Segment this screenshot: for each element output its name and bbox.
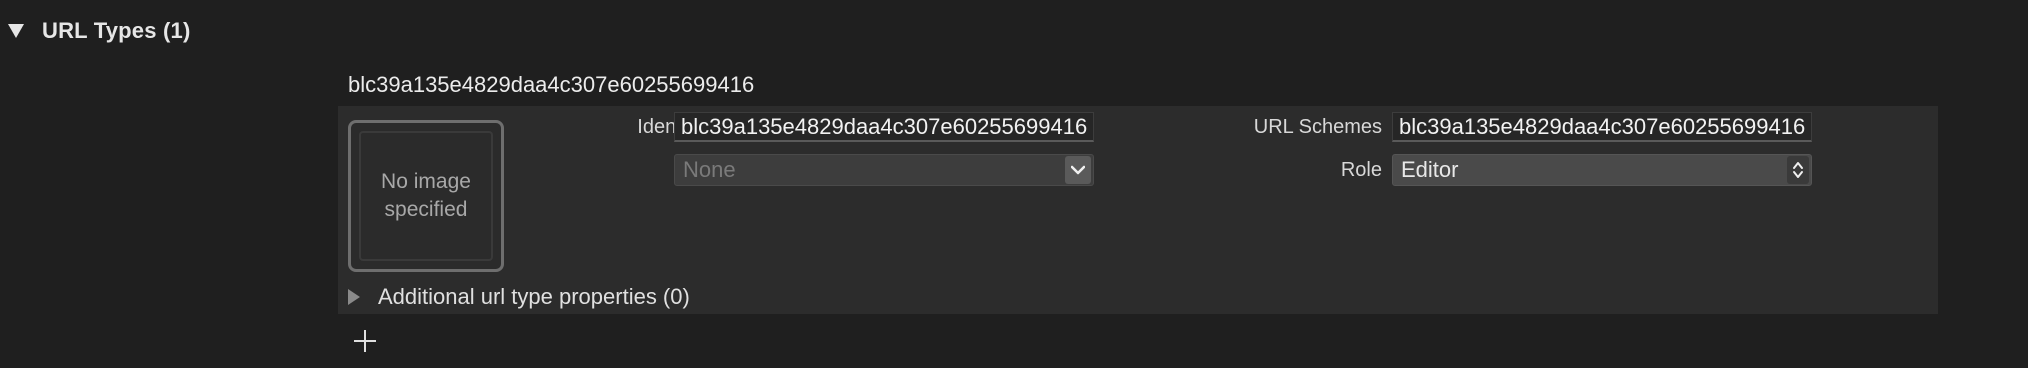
additional-properties-row[interactable]: Additional url type properties (0) — [348, 282, 690, 312]
url-schemes-field[interactable] — [1392, 112, 1812, 142]
url-types-editor: URL Types (1) blc39a135e4829daa4c307e602… — [0, 0, 2028, 368]
url-type-name: blc39a135e4829daa4c307e60255699416 — [348, 72, 755, 97]
add-url-type-button[interactable] — [352, 328, 378, 354]
stepper-updown-icon[interactable] — [1787, 156, 1809, 184]
image-well[interactable]: No image specified — [348, 120, 504, 272]
role-popup-value: Editor — [1401, 157, 1459, 182]
plus-icon — [354, 330, 376, 352]
identifier-field[interactable] — [674, 112, 1094, 142]
chevron-down-icon[interactable] — [1065, 156, 1091, 184]
icon-popup[interactable]: None — [674, 154, 1094, 186]
image-well-inner: No image specified — [359, 131, 493, 261]
icon-popup-value: None — [683, 157, 736, 182]
section-title: URL Types (1) — [42, 18, 191, 43]
disclosure-triangle-down-icon[interactable] — [8, 24, 24, 38]
url-type-panel: No image specified Identifier Icon None … — [338, 106, 1938, 314]
role-label: Role — [1340, 159, 1382, 181]
url-types-section-header[interactable]: URL Types (1) — [8, 14, 190, 48]
url-schemes-label: URL Schemes — [1253, 116, 1382, 138]
role-popup[interactable]: Editor — [1392, 154, 1812, 186]
disclosure-triangle-right-icon[interactable] — [348, 289, 360, 305]
additional-properties-label: Additional url type properties (0) — [378, 284, 690, 309]
image-well-placeholder: No image specified — [381, 170, 471, 221]
